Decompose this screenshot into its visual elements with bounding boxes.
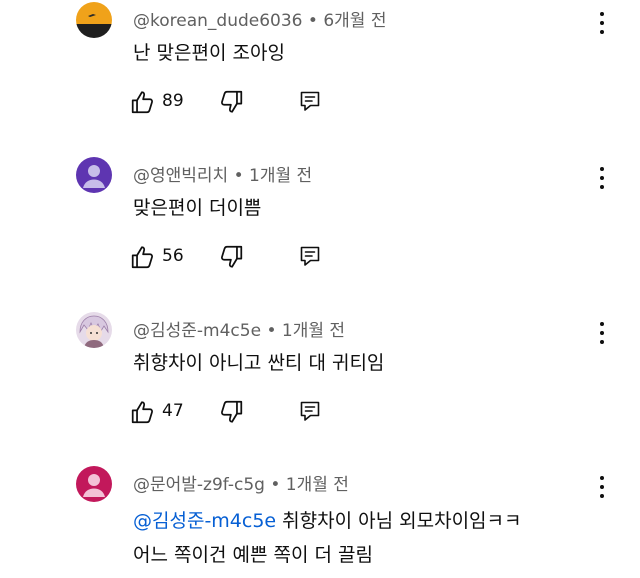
comment-age[interactable]: 6개월 전 [323,11,386,31]
comment-text-line2: 어느 쪽이건 예쁜 쪽이 더 끌림 [133,544,373,566]
default-person-avatar-icon [76,466,112,502]
meta-separator: • [261,321,282,341]
mention-link[interactable]: @김성준-m4c5e [133,510,276,532]
comment-meta: @korean_dude6036 • 6개월 전 [133,6,386,31]
avatar[interactable] [76,157,112,193]
reply-comment-icon[interactable] [298,399,322,423]
meta-separator: • [302,11,324,31]
thumbs-up-icon[interactable] [130,244,156,270]
like-count: 56 [162,246,184,266]
comment-author[interactable]: @문어발-z9f-c5g [133,475,265,495]
avatar[interactable] [76,466,112,502]
comment-text-line1: 취향차이 아님 외모차이임ㅋㅋ [276,510,522,532]
comment-age[interactable]: 1개월 전 [282,321,345,341]
comment-meta: @문어발-z9f-c5g • 1개월 전 [133,470,349,495]
like-count: 47 [162,401,184,421]
thumbs-down-icon[interactable] [218,399,244,425]
reply-comment-icon[interactable] [298,89,322,113]
thumbs-up-icon[interactable] [130,399,156,425]
more-vertical-icon[interactable] [592,320,612,346]
comment-author[interactable]: @korean_dude6036 [133,11,303,31]
comment-age[interactable]: 1개월 전 [249,166,312,186]
more-vertical-icon[interactable] [592,474,612,500]
anime-character-avatar-icon [76,312,112,348]
meta-separator: • [264,475,286,495]
avatar[interactable] [76,312,112,348]
comment-meta: @영앤빅리치 • 1개월 전 [133,161,312,186]
more-vertical-icon[interactable] [592,165,612,191]
thumbs-down-icon[interactable] [218,89,244,115]
more-vertical-icon[interactable] [592,10,612,36]
meta-separator: • [228,166,250,186]
comment-actions: 89 [130,89,330,115]
avatar[interactable] [76,2,112,38]
comment-actions: 47 [130,399,330,425]
comment-author[interactable]: @김성준-m4c5e [133,321,261,341]
sunset-avatar-icon [76,2,112,38]
comment-actions: 56 [130,244,330,270]
comment-text: 난 맞은편이 조아잉 [133,42,285,64]
comment-author[interactable]: @영앤빅리치 [133,166,228,186]
comment-text: 맞은편이 더이쁨 [133,197,262,219]
thumbs-up-icon[interactable] [130,89,156,115]
like-count: 89 [162,91,184,111]
comment-age[interactable]: 1개월 전 [286,475,349,495]
thumbs-down-icon[interactable] [218,244,244,270]
comment-meta: @김성준-m4c5e • 1개월 전 [133,316,345,341]
default-person-avatar-icon [76,157,112,193]
reply-comment-icon[interactable] [298,244,322,268]
comment-text: @김성준-m4c5e 취향차이 아님 외모차이임ㅋㅋ [133,506,522,533]
comment-text: 취향차이 아니고 싼티 대 귀티임 [133,352,385,374]
